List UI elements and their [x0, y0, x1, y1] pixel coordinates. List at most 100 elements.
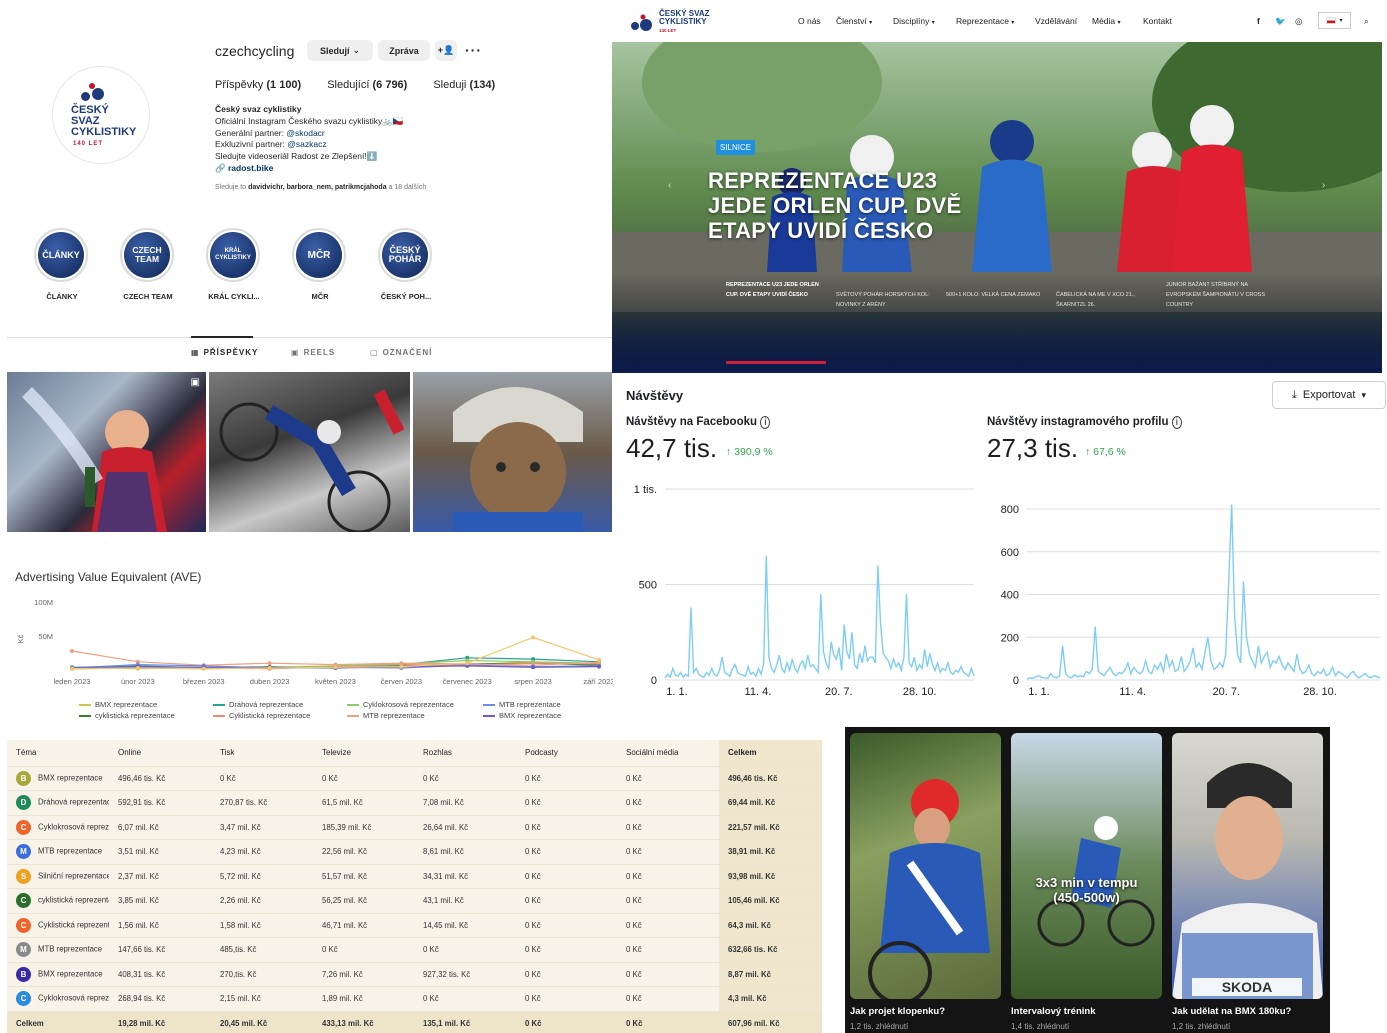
column-header[interactable]: Sociální média [617, 740, 719, 766]
hero-title[interactable]: REPREZENTACE U23 JEDE ORLEN CUP. DVĚ ETA… [708, 168, 961, 243]
reel-thumbnail[interactable]: 3x3 min v tempu (450-500w) [1011, 733, 1162, 999]
data-point[interactable] [596, 657, 601, 662]
post-thumbnail[interactable]: ▣ [7, 372, 206, 532]
table-row[interactable]: CCyklistická reprezentace1,56 mil. Kč1,5… [7, 912, 822, 938]
table-row[interactable]: M MTB reprezentace 3,51 mil. Kč 4,23 mil. K… [7, 839, 822, 864]
followers-count[interactable]: Sledující (6 796) [327, 79, 407, 91]
nav-item-clenstvi[interactable]: Členství ▾ [836, 16, 872, 26]
chevron-left-icon[interactable]: ‹ [668, 180, 671, 191]
legend-item[interactable]: MTB reprezentace [347, 711, 483, 720]
export-button[interactable]: ⤓ Exportovat ▾ [1272, 381, 1386, 409]
profile-avatar[interactable]: ČESKÝ SVAZ CYKLISTIKY 140 LET [52, 66, 150, 164]
instagram-icon[interactable]: ◎ [1295, 16, 1302, 27]
tab-tagged[interactable]: ▢ OZNAČENÍ [370, 348, 432, 357]
twitter-icon[interactable]: 🐦 [1275, 16, 1286, 27]
posts-count[interactable]: Příspěvky (1 100) [215, 79, 301, 91]
column-header[interactable]: Podcasty [516, 740, 617, 766]
table-row[interactable]: D Dráhová reprezentace 592,91 tis. Kč 270,8… [7, 790, 822, 815]
table-row[interactable]: S Silniční reprezentace 2,37 mil. Kč 5,72 m… [7, 863, 822, 889]
nav-item-media[interactable]: Média ▾ [1092, 16, 1121, 26]
highlight-czech-team[interactable]: CZECH TEAM CZECH TEAM [120, 228, 176, 301]
highlight-kral-cyklistiky[interactable]: KRÁL CYKLISTIKY KRÁL CYKLI... [206, 228, 262, 301]
nav-item-o-nas[interactable]: O nás [798, 16, 821, 26]
chevron-right-icon[interactable]: › [1322, 180, 1325, 191]
reel-thumbnail[interactable]: SKODA [1172, 733, 1323, 999]
more-options-icon[interactable]: ··· [465, 42, 482, 58]
post-thumbnail[interactable] [413, 372, 612, 532]
data-point[interactable] [333, 665, 338, 670]
nav-item-reprezentace[interactable]: Reprezentace ▾ [956, 16, 1014, 26]
info-icon[interactable]: i [760, 416, 771, 429]
reel-title[interactable]: Intervalový trénink [1011, 1006, 1095, 1017]
data-point[interactable] [70, 666, 74, 671]
info-icon[interactable]: i [1171, 416, 1182, 429]
facebook-icon[interactable]: f [1257, 16, 1260, 26]
table-row[interactable]: CCyklokrosová reprezentace6,07 mil. Kč3,… [7, 814, 822, 840]
reel-thumbnail[interactable] [850, 733, 1001, 999]
bio-link[interactable]: 🔗 radost.bike [215, 163, 403, 175]
legend-item[interactable]: BMX reprezentace [79, 700, 213, 709]
reel-title[interactable]: Jak projet klopenku? [850, 1006, 945, 1017]
nav-item-vzdelavani[interactable]: Vzdělávání [1035, 16, 1077, 26]
nav-item-kontakt[interactable]: Kontakt [1143, 16, 1172, 26]
search-icon[interactable]: ⌕ [1364, 16, 1369, 27]
data-point[interactable] [201, 666, 206, 671]
data-point[interactable] [267, 661, 272, 666]
followed-by[interactable]: Sleduje to davidvichr, barbora_nem, patr… [215, 184, 426, 191]
data-point[interactable] [531, 659, 536, 664]
value-cell: 0 Kč [516, 986, 617, 1011]
following-button[interactable]: Sledují ⌄ [307, 40, 373, 61]
czech-flag-icon [1326, 17, 1337, 24]
add-person-icon[interactable]: +👤 [435, 40, 457, 61]
column-header[interactable]: Rozhlas [414, 740, 516, 766]
data-point[interactable] [531, 635, 536, 640]
table-row[interactable]: M MTB reprezentace 147,66 tis. Kč 485,tis. … [7, 937, 822, 962]
hero-slider[interactable]: SILNICE REPREZENTACE U23 JEDE ORLEN CUP.… [612, 42, 1382, 373]
news-item[interactable]: 500+1 KOLO: VELKÁ CENA ZEMAKO [946, 290, 1046, 300]
data-point[interactable] [465, 661, 470, 666]
table-row[interactable]: Ccyklistická reprezentace3,85 mil. Kč2,2… [7, 888, 822, 913]
table-row[interactable]: CCyklokrosová reprezentace268,94 tis. Kč… [7, 986, 822, 1011]
highlight-mcr[interactable]: MČR MČR [292, 228, 348, 301]
legend-item[interactable]: BMX reprezentace [483, 711, 603, 720]
post-thumbnail[interactable] [209, 372, 410, 532]
highlight-clanky[interactable]: ČLÁNKY ČLÁNKY [34, 228, 90, 301]
news-item[interactable]: SVĚTOVÝ POHÁR HORSKÝCH KOL: NOVINKY Z AR… [836, 290, 936, 310]
tab-reels[interactable]: ▣ REELS [291, 348, 335, 357]
following-count[interactable]: Sleduji (134) [433, 79, 495, 91]
nav-item-discipliny[interactable]: Disciplíny ▾ [893, 16, 935, 26]
highlight-cesky-pohar[interactable]: ČESKÝ POHÁR ČESKÝ POH... [378, 228, 434, 301]
site-logo[interactable]: ČESKÝ SVAZ CYKLISTIKY 140 LET [630, 10, 710, 35]
column-header[interactable]: Celkem [719, 740, 822, 766]
data-point[interactable] [596, 664, 601, 669]
data-point[interactable] [531, 665, 536, 670]
legend-item[interactable]: Cyklistická reprezentace [213, 711, 347, 720]
reel-title[interactable]: Jak udělat na BMX 180ku? [1172, 1006, 1291, 1017]
category-tag[interactable]: SILNICE [716, 140, 756, 155]
partner-link[interactable]: @skodacr [286, 128, 324, 138]
data-point[interactable] [70, 648, 74, 653]
column-header[interactable]: Téma [7, 740, 109, 766]
column-header[interactable]: Tisk [211, 740, 313, 766]
tab-posts[interactable]: ▦ PŘÍSPĚVKY [191, 348, 258, 357]
language-select[interactable]: ▾ [1318, 12, 1351, 29]
x-tick-label: 20. 7. [825, 686, 853, 698]
news-item[interactable]: REPREZENTACE U23 JEDE ORLEN CUP. DVĚ ETA… [726, 280, 826, 300]
legend-item[interactable]: cyklistická reprezentace [79, 711, 213, 720]
legend-item[interactable]: Dráhová reprezentace [213, 700, 347, 709]
data-point[interactable] [135, 665, 140, 670]
column-header[interactable]: Online [109, 740, 211, 766]
news-item[interactable]: JUNIOR BAŽANT STŘÍBRNÝ NA EVROPSKÉM ŠAMP… [1166, 280, 1266, 310]
value-cell: 0 Kč [414, 937, 516, 962]
message-button[interactable]: Zpráva [378, 40, 430, 61]
data-point[interactable] [267, 665, 272, 670]
partner-link[interactable]: @sazkacz [287, 139, 326, 149]
column-header[interactable]: Televize [313, 740, 414, 766]
table-row[interactable]: B BMX reprezentace 496,46 tis. Kč 0 Kč 0 Kč 0… [7, 765, 822, 791]
legend-item[interactable]: MTB reprezentace [483, 700, 603, 709]
table-row[interactable]: B BMX reprezentace 408,31 tis. Kč 270,tis. … [7, 961, 822, 987]
data-point[interactable] [399, 664, 404, 669]
news-item[interactable]: ČABELICKÁ NA ME V XCO 21., ŠKARNITZL 26. [1056, 290, 1156, 310]
legend-item[interactable]: Cyklokrosová reprezentace [347, 700, 483, 709]
value-cell: 147,66 tis. Kč [109, 937, 211, 962]
